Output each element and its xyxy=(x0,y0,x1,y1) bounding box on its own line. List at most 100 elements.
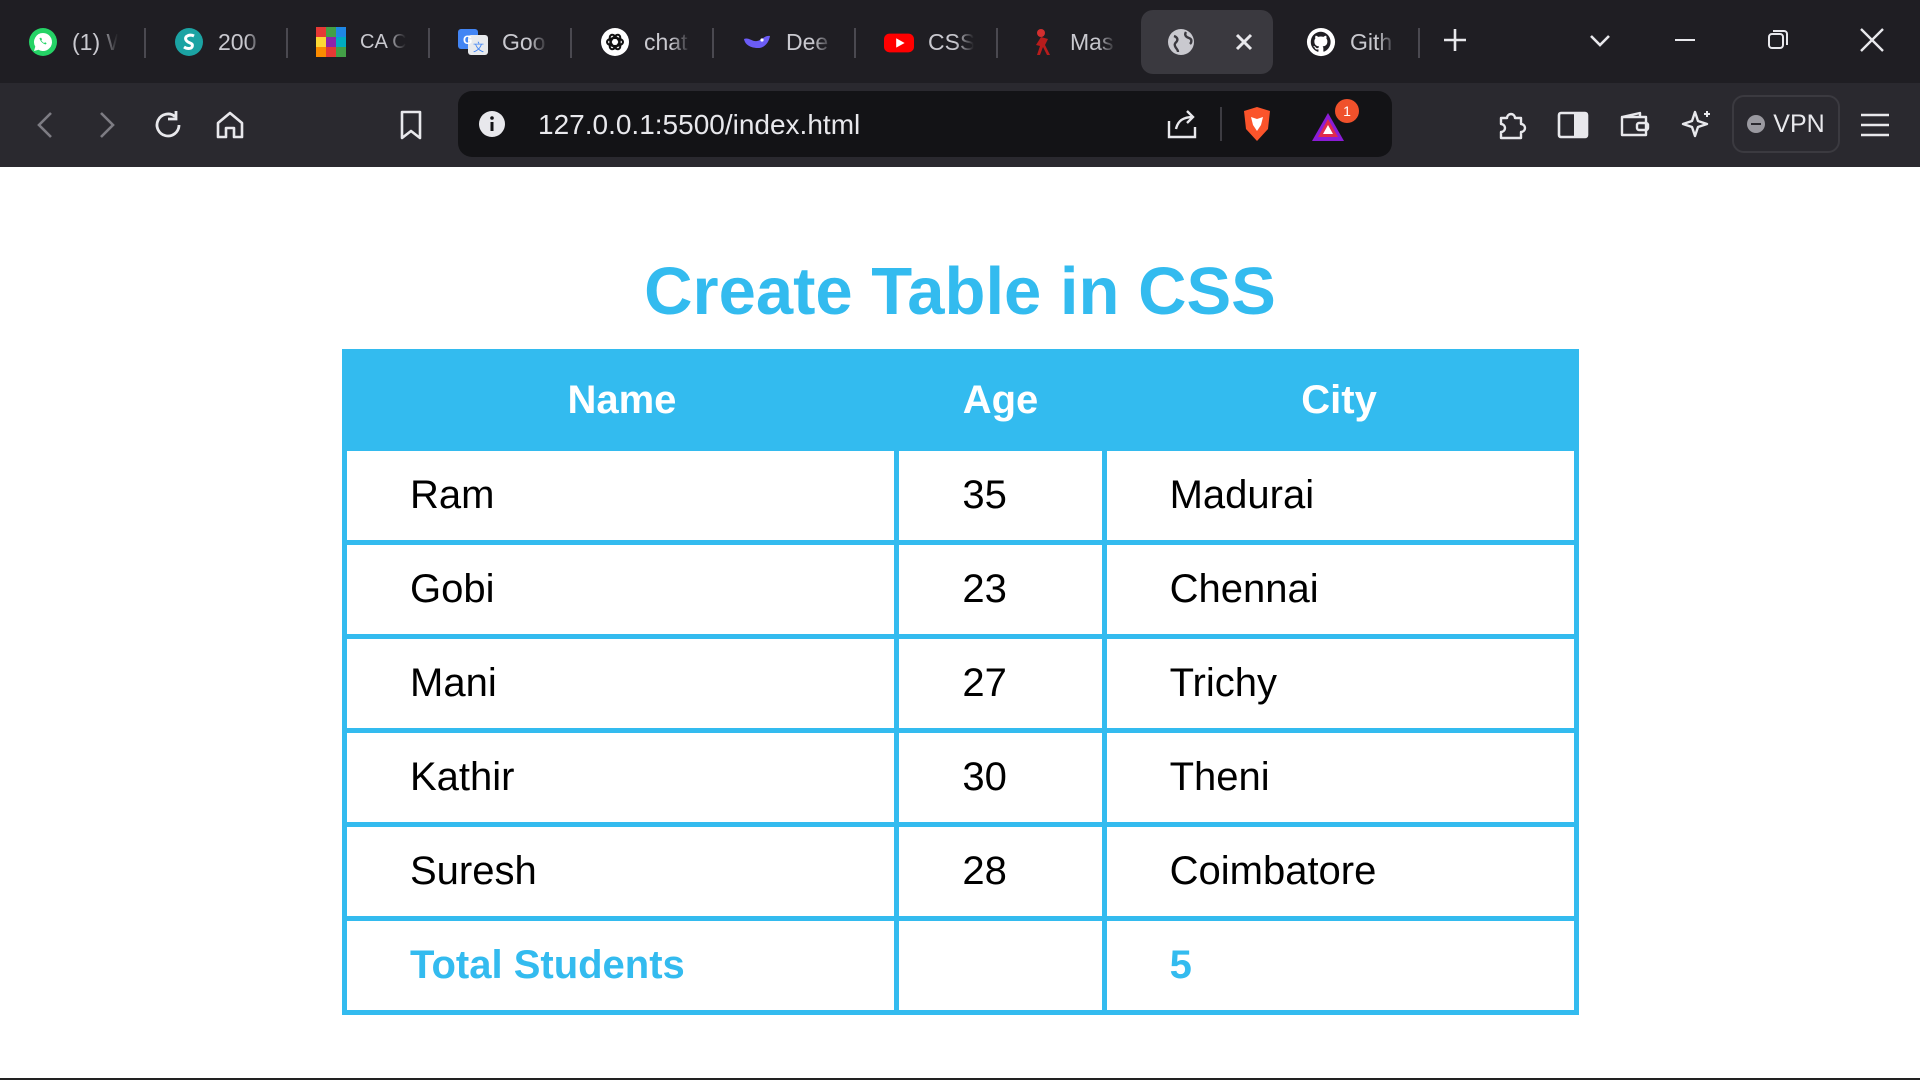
students-table: Name Age City Ram 35 Madurai Gobi 23 Che… xyxy=(341,349,1580,1015)
cell-name: Kathir xyxy=(341,728,900,827)
new-tab-button[interactable] xyxy=(1435,20,1475,60)
wallet-button[interactable] xyxy=(1613,103,1657,147)
url-text[interactable]: 127.0.0.1:5500/index.html xyxy=(538,109,860,141)
column-header-city: City xyxy=(1104,351,1577,449)
tab-separator xyxy=(144,28,146,58)
home-icon xyxy=(216,111,244,139)
svg-text:文: 文 xyxy=(473,40,484,54)
sparkle-icon xyxy=(1681,110,1710,138)
puzzle-icon xyxy=(1499,112,1527,140)
hamburger-icon xyxy=(1861,113,1889,137)
leo-ai-button[interactable] xyxy=(1675,103,1719,147)
cell-age: 28 xyxy=(894,822,1107,921)
forward-button[interactable] xyxy=(84,103,128,147)
browser-toolbar: 127.0.0.1:5500/index.html 1 VPN xyxy=(0,83,1920,167)
table-row: Mani 27 Trichy xyxy=(341,634,1580,733)
table-row: Ram 35 Madurai xyxy=(341,446,1580,545)
total-value: 5 xyxy=(1101,916,1580,1015)
tab-strip: (1) W 200 CA C G文 Goo chat Dee CSS Mas G… xyxy=(0,0,1920,83)
tab-separator xyxy=(996,28,998,58)
whatsapp-icon xyxy=(28,27,58,57)
tab-mas[interactable]: Mas xyxy=(1026,10,1136,74)
minimize-icon xyxy=(1675,39,1695,41)
sidebar-icon xyxy=(1557,111,1589,139)
tab-separator xyxy=(286,28,288,58)
cell-name: Gobi xyxy=(341,540,900,639)
table-header-row: Name Age City xyxy=(344,351,1577,449)
column-header-name: Name xyxy=(344,351,897,449)
tab-title: Dee xyxy=(786,28,829,55)
chevron-left-icon xyxy=(37,112,52,138)
cell-city: Madurai xyxy=(1101,446,1580,545)
brave-shields-icon[interactable] xyxy=(1240,105,1274,148)
tab-active[interactable] xyxy=(1141,10,1273,74)
swirl-icon xyxy=(174,27,204,57)
bookmark-button[interactable] xyxy=(389,103,433,147)
tab-whatsapp[interactable]: (1) W xyxy=(28,10,148,74)
github-icon xyxy=(1306,27,1336,57)
tab-github[interactable]: Gith xyxy=(1306,10,1416,74)
cell-name: Ram xyxy=(341,446,900,545)
wallet-icon xyxy=(1620,111,1650,137)
tab-title: 200 xyxy=(218,28,257,55)
tab-separator xyxy=(570,28,572,58)
total-row: Total Students 5 xyxy=(341,916,1580,1015)
omnibox-separator xyxy=(1220,107,1222,141)
deepseek-icon xyxy=(742,27,772,57)
cell-name: Mani xyxy=(341,634,900,733)
tab-separator xyxy=(712,28,714,58)
cell-age: 27 xyxy=(894,634,1107,733)
colorgrid-icon xyxy=(316,27,346,57)
cell-age: 23 xyxy=(894,540,1107,639)
tab-200[interactable]: 200 xyxy=(174,10,284,74)
tab-title: Mas xyxy=(1070,28,1114,55)
site-info-icon[interactable] xyxy=(478,110,506,143)
close-window-button[interactable] xyxy=(1852,20,1892,60)
tab-deepseek[interactable]: Dee xyxy=(742,10,852,74)
total-label: Total Students xyxy=(341,916,900,1015)
vpn-status-icon xyxy=(1747,115,1766,133)
table-row: Gobi 23 Chennai xyxy=(341,540,1580,639)
tab-youtube-css[interactable]: CSS xyxy=(884,10,994,74)
reload-icon xyxy=(155,111,181,138)
tab-title: Gith xyxy=(1350,28,1393,55)
address-bar[interactable]: 127.0.0.1:5500/index.html 1 xyxy=(458,91,1392,157)
notification-badge: 1 xyxy=(1335,99,1359,123)
column-header-age: Age xyxy=(896,351,1105,449)
cell-city: Chennai xyxy=(1101,540,1580,639)
tab-google-translate[interactable]: G文 Goo xyxy=(458,10,568,74)
restore-button[interactable] xyxy=(1758,20,1798,60)
vpn-label: VPN xyxy=(1773,109,1825,138)
bookmark-icon xyxy=(400,110,422,140)
tab-title: CSS xyxy=(928,28,974,55)
tab-title: (1) W xyxy=(72,28,118,55)
cell-city: Coimbatore xyxy=(1101,822,1580,921)
table-row: Kathir 30 Theni xyxy=(341,728,1580,827)
cell-age: 30 xyxy=(894,728,1107,827)
figure-icon xyxy=(1026,27,1056,57)
tab-chatgpt[interactable]: chat xyxy=(600,10,710,74)
google-translate-icon: G文 xyxy=(458,27,488,57)
cell-name: Suresh xyxy=(341,822,900,921)
tab-title: Goo xyxy=(502,28,546,55)
home-button[interactable] xyxy=(208,103,252,147)
minimize-button[interactable] xyxy=(1665,20,1705,60)
reload-button[interactable] xyxy=(146,103,190,147)
vpn-button[interactable]: VPN xyxy=(1732,95,1840,153)
plus-icon xyxy=(1444,29,1466,51)
close-icon xyxy=(1860,28,1884,52)
back-button[interactable] xyxy=(24,103,68,147)
chatgpt-icon xyxy=(600,27,630,57)
tab-search-button[interactable] xyxy=(1580,20,1620,60)
restore-icon xyxy=(1768,30,1788,49)
menu-button[interactable] xyxy=(1853,103,1897,147)
cell-city: Trichy xyxy=(1101,634,1580,733)
extensions-button[interactable] xyxy=(1490,103,1534,147)
tab-separator xyxy=(1418,28,1420,58)
cell-age: 35 xyxy=(894,446,1107,545)
page-content: Create Table in CSS Name Age City Ram 35… xyxy=(0,167,1920,1078)
tab-ca[interactable]: CA C xyxy=(316,10,416,74)
sidebar-button[interactable] xyxy=(1551,103,1595,147)
close-tab-icon[interactable] xyxy=(1229,27,1259,57)
share-icon[interactable] xyxy=(1166,107,1200,146)
